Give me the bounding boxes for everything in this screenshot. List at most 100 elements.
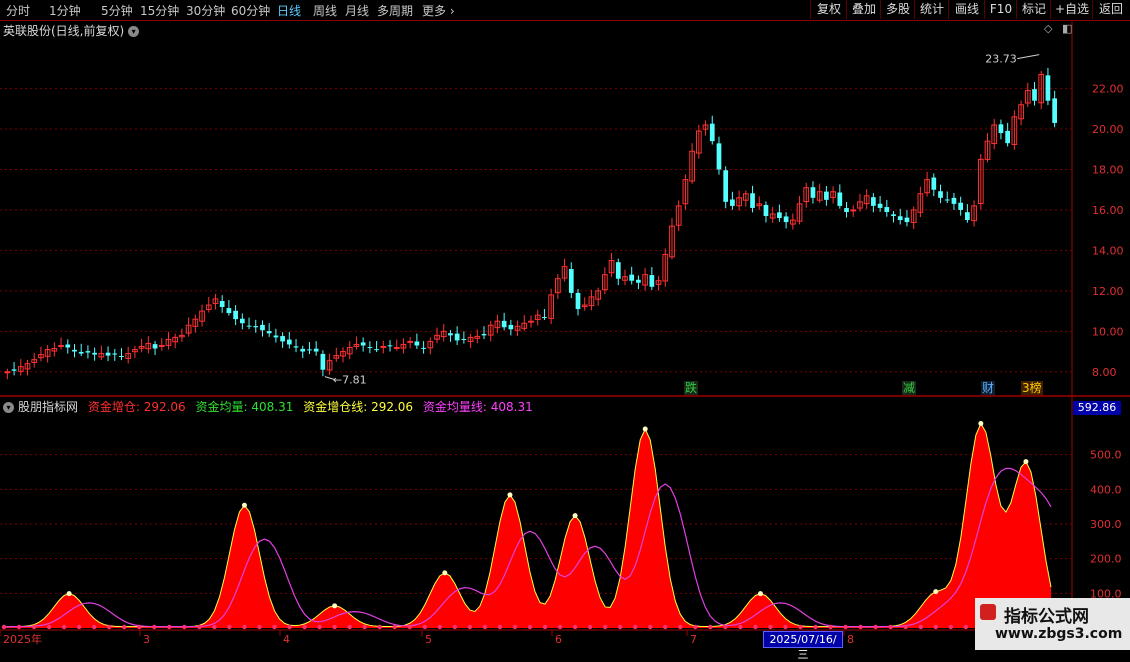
event-marker-3[interactable]: 3榜 <box>1021 381 1043 395</box>
baseline-dot <box>1 624 7 630</box>
high-price-label: 23.73 <box>985 53 1017 66</box>
event-marker-1[interactable]: 减 <box>902 381 917 395</box>
candle-body-down <box>958 202 964 210</box>
baseline-dot <box>317 624 322 630</box>
baseline-dot <box>332 624 337 630</box>
candle-body-down <box>871 197 876 206</box>
baseline-dot <box>963 624 969 630</box>
candle-body-down <box>78 351 84 354</box>
baseline-dot <box>287 624 292 630</box>
candle-body-down <box>944 199 950 201</box>
baseline-dot <box>873 624 878 630</box>
peak-dot <box>933 589 939 595</box>
baseline-dot <box>242 624 247 630</box>
baseline-dot <box>602 624 608 630</box>
candle-body-up <box>393 346 400 349</box>
candle-body-down <box>891 214 896 217</box>
baseline-dot <box>948 624 953 630</box>
candle-body-down <box>253 326 259 328</box>
candle-body-down <box>293 346 299 348</box>
baseline-dot <box>843 624 848 630</box>
candle-body-up <box>58 344 64 347</box>
chevron-down-icon[interactable]: ▾ <box>3 402 14 413</box>
baseline-dot <box>678 624 683 630</box>
baseline-dot <box>858 624 863 630</box>
candle-body-down <box>454 333 460 341</box>
candle-body-down <box>226 308 232 314</box>
baseline-dot <box>587 624 593 630</box>
baseline-dot <box>738 624 743 630</box>
baseline-dot <box>272 624 277 630</box>
candle-body-down <box>421 347 426 349</box>
candle-body-down <box>11 369 17 371</box>
candle-body-down <box>723 170 729 202</box>
price-tick-label: 20.00 <box>1092 123 1124 136</box>
peak-dot <box>978 421 984 427</box>
candle-body-down <box>998 124 1004 134</box>
indicator-tick-label: 500.0 <box>1090 449 1122 462</box>
candle-body-down <box>931 177 937 190</box>
x-tick-label: 5 <box>425 633 432 646</box>
candle-body-down <box>233 310 238 320</box>
candle-body-down <box>286 339 292 345</box>
peak-dot <box>1023 459 1029 465</box>
event-marker-0[interactable]: 跌 <box>684 381 699 395</box>
candle-body-down <box>951 197 957 204</box>
candle-body-down <box>730 199 735 206</box>
baseline-dot <box>76 624 82 630</box>
baseline-dot <box>302 624 307 630</box>
baseline-dot <box>512 624 518 630</box>
baseline-dot <box>542 624 548 630</box>
candle-body-down <box>777 212 782 219</box>
candle-body-down <box>508 324 514 330</box>
candle-body-down <box>239 318 245 324</box>
candle-body-down <box>824 191 829 200</box>
peak-dot <box>507 492 513 498</box>
candle-body-down <box>85 351 91 353</box>
baseline-dot <box>467 624 473 630</box>
baseline-dot <box>828 624 833 630</box>
baseline-dot <box>227 624 232 630</box>
high-arrow <box>1017 54 1040 60</box>
candle-body-down <box>750 193 755 208</box>
indicator-name[interactable]: 股朋指标网 <box>18 400 78 414</box>
baseline-dot <box>708 624 713 630</box>
x-tick-label: 6 <box>555 633 562 646</box>
candle-body-down <box>219 300 225 308</box>
indicator-item-avg-line: 资金均量线: 408.31 <box>422 400 533 414</box>
peak-dot <box>572 513 578 519</box>
candle-body-up <box>158 344 165 347</box>
baseline-dot <box>693 624 698 630</box>
candle-body-down <box>266 331 272 334</box>
baseline-dot <box>182 624 187 630</box>
baseline-dot <box>557 624 563 630</box>
candle-body-down <box>481 334 487 336</box>
candle-body-down <box>387 345 393 347</box>
event-marker-2[interactable]: 财 <box>981 381 996 395</box>
candle-body-down <box>615 262 621 279</box>
price-tick-label: 12.00 <box>1092 285 1124 298</box>
candle-body-down <box>307 349 312 351</box>
peak-dot <box>757 591 763 597</box>
baseline-dot <box>918 624 923 630</box>
candle-body-down <box>105 352 111 356</box>
candle-body-down <box>280 336 285 342</box>
baseline-dot <box>422 624 427 630</box>
candle-body-up <box>407 340 414 343</box>
peak-dot <box>442 570 448 576</box>
baseline-dot <box>783 624 788 630</box>
current-value-badge: 592.86 <box>1073 401 1121 415</box>
candle-body-up <box>528 320 534 323</box>
baseline-dot <box>813 624 818 630</box>
baseline-dot <box>137 624 142 630</box>
candle-body-down <box>360 342 366 346</box>
candle-body-down <box>152 344 158 349</box>
baseline-dot <box>723 624 728 630</box>
baseline-dot <box>362 624 367 630</box>
candle-body-down <box>92 352 97 355</box>
baseline-dot <box>663 624 668 630</box>
price-tick-label: 16.00 <box>1092 204 1124 217</box>
baseline-dot <box>16 624 22 630</box>
indicator-tick-label: 300.0 <box>1090 518 1122 531</box>
baseline-dot <box>212 624 217 630</box>
